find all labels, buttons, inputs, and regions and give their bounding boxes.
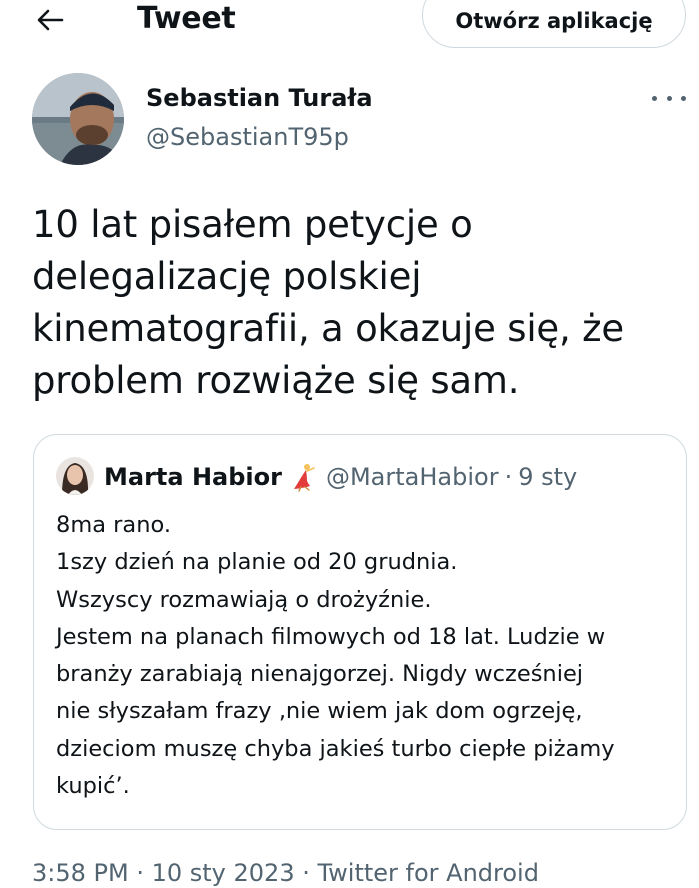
back-arrow-icon [37,9,64,31]
author-name[interactable]: Sebastian Turała [146,83,373,113]
meta-separator: · [504,463,513,491]
tweet-text-line: kinematografii, a okazuje się, że [32,307,624,350]
quoted-author-name: Marta Habior [104,463,282,491]
quoted-text-line: 1szy dzień na planie od 20 grudnia. [56,549,458,576]
tweet-text: 10 lat pisałem petycje o delegalizację p… [32,199,682,407]
tweet-text-line: problem rozwiąże się sam. [32,359,520,402]
top-bar: Tweet Otwórz aplikację [0,0,699,60]
page-title: Tweet [137,1,236,36]
quoted-text-line: 8ma rano. [56,512,171,538]
quoted-text-line: nie słyszałam frazy ‚nie wiem jak dom og… [56,698,583,725]
quoted-text-line: kupić’. [56,773,130,800]
quoted-author-avatar [56,457,94,495]
back-button[interactable] [30,2,70,38]
quoted-avatar-photo [56,457,94,495]
quoted-tweet-card[interactable]: Marta Habior @MartaHabior · 9 sty 8ma ra… [33,434,687,830]
more-dot-icon [666,95,672,101]
quoted-text-line: dzieciom muszę chyba jakieś turbo ciepłe… [56,735,615,762]
quoted-tweet-date: 9 sty [518,463,578,491]
author-handle[interactable]: @SebastianT95p [146,122,349,152]
quoted-tweet-header: Marta Habior @MartaHabior · 9 sty [104,462,577,492]
open-app-button[interactable]: Otwórz aplikację [422,0,686,48]
tweet-text-line: 10 lat pisałem petycje o [32,203,473,246]
quoted-tweet-text: 8ma rano. 1szy dzień na planie od 20 gru… [56,507,676,805]
quoted-text-line: Wszyscy rozmawiają o drożyźnie. [56,586,432,613]
tweet-text-line: delegalizację polskiej [32,255,422,298]
dancer-emoji-icon [290,462,320,492]
author-avatar[interactable] [32,73,124,165]
quoted-author-handle: @MartaHabior [325,463,499,491]
avatar-photo [32,73,124,165]
quoted-text-line: branży zarabiają nienajgorzej. Nigdy wcz… [56,661,584,688]
tweet-timestamp[interactable]: 3:58 PM · 10 sty 2023 · Twitter for Andr… [32,858,539,888]
quoted-text-line: Jestem na planach filmowych od 18 lat. L… [56,623,606,650]
more-options-button[interactable] [652,88,686,108]
more-dot-icon [681,95,686,101]
more-dot-icon [652,95,657,101]
